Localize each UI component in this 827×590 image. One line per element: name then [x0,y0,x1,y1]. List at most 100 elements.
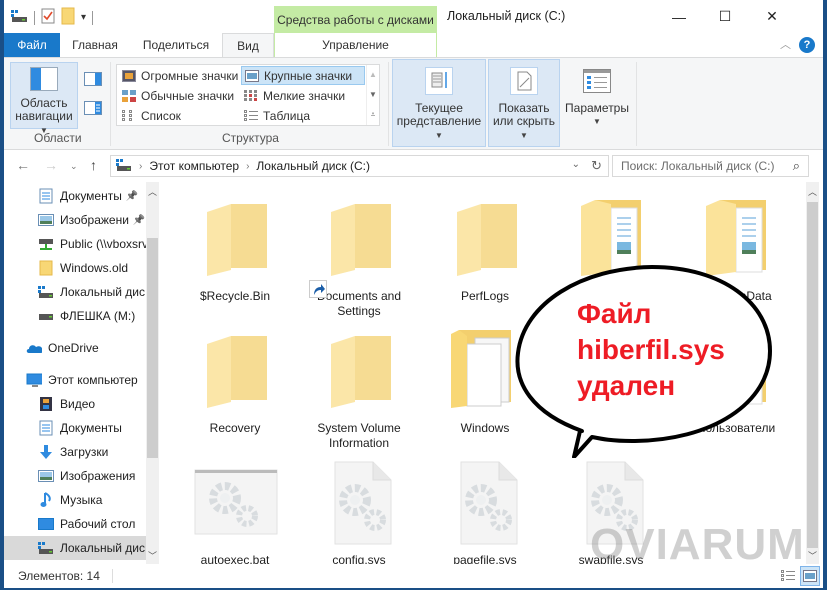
close-button[interactable]: ✕ [749,0,795,33]
chevron-down-icon: ▼ [435,131,443,140]
file-item[interactable]: pagefile.sys [430,454,540,568]
system-file-icon [437,454,533,550]
group-label-panes: Области [34,131,82,145]
up-arrow-icon[interactable]: ↑ [90,157,97,173]
folder-item[interactable]: Program Files [556,190,666,304]
tab-view[interactable]: Вид [222,33,274,57]
file-name: Пользователи [696,421,776,435]
properties-icon[interactable] [41,8,55,27]
details-pane-button[interactable] [84,101,102,118]
expand-gallery-icon[interactable]: ⩡ [371,110,376,120]
nav-item[interactable]: Видео [4,392,146,416]
file-name: $Recycle.Bin [199,289,271,303]
nav-item[interactable]: Документы [4,416,146,440]
nav-item-label: Public (\\vboxsrv [60,237,146,251]
drive-icon[interactable] [10,9,28,26]
recent-locations-icon[interactable]: ⌄ [70,161,78,172]
scroll-down-icon[interactable]: ﹀ [806,548,819,562]
nav-item[interactable]: OneDrive [4,336,146,360]
customize-qat-icon[interactable]: ▾ [81,12,86,23]
nav-item[interactable]: Локальный дис [4,536,146,560]
new-folder-icon[interactable] [61,7,75,28]
folder-item[interactable]: Documents and Settings [304,190,414,319]
help-icon[interactable]: ? [799,37,815,53]
layout-gallery-scroll[interactable]: ▲ ▼ ⩡ [366,65,379,125]
nav-item-label: Локальный дис [60,541,145,555]
address-dropdown-icon[interactable]: ⌄ [572,159,580,170]
navigation-pane-button[interactable]: Область навигации ▼ [10,62,78,135]
scrollbar-thumb[interactable] [807,202,818,548]
breadcrumb-local-disk[interactable]: Локальный диск (C:) [256,159,370,173]
folder-item[interactable]: $Recycle.Bin [180,190,290,304]
show-hide-button[interactable]: Показать или скрыть ▼ [488,59,560,147]
nav-item[interactable]: Музыка [4,488,146,512]
scroll-down-icon[interactable]: ﹀ [146,548,159,562]
annotation-line-3: удален [577,370,676,401]
content-scrollbar[interactable]: ︿ ﹀ [806,182,819,564]
file-item[interactable]: autoexec.bat [180,454,290,568]
nav-item[interactable]: Рабочий стол [4,512,146,536]
current-view-button[interactable]: Текущее представление ▼ [392,59,486,147]
folder-icon [563,190,659,286]
tab-home[interactable]: Главная [60,33,130,57]
folder-item[interactable]: PerfLogs [430,190,540,304]
nav-item-label: Документы [60,189,122,203]
options-button[interactable]: Параметры ▼ [562,59,632,147]
layout-list[interactable]: Список [119,106,241,125]
address-bar[interactable]: › Этот компьютер › Локальный диск (C:) ⌄… [110,155,609,177]
annotation-line-1: Файл [577,298,652,329]
nav-pane-scrollbar[interactable]: ︿ ﹀ [146,182,159,564]
layout-medium-icons[interactable]: Обычные значки [119,86,241,105]
breadcrumb-this-pc[interactable]: Этот компьютер [149,159,239,173]
nav-item-label: Изображения [60,469,136,483]
nav-item[interactable]: ФЛЕШКА (M:) [4,304,146,328]
folder-item[interactable]: System Volume Information [304,322,414,451]
forward-arrow-icon[interactable]: → [44,157,58,173]
nav-item[interactable]: Public (\\vboxsrv [4,232,146,256]
folder-item[interactable]: Recovery [180,322,290,436]
navigation-pane-icon [29,67,59,91]
maximize-button[interactable]: ☐ [702,0,748,33]
separator [92,10,94,25]
shortcut-arrow-icon [309,280,327,298]
tab-manage[interactable]: Управление [274,33,437,57]
folder-item[interactable]: Windows [430,322,540,436]
nav-item-label: Рабочий стол [60,517,136,531]
search-icon: ⌕ [792,158,800,173]
back-arrow-icon[interactable]: ← [16,157,30,173]
tab-file[interactable]: Файл [4,33,60,57]
scroll-up-icon[interactable]: ︿ [146,184,159,198]
layout-details[interactable]: Таблица [241,106,365,125]
layout-large-icons[interactable]: Крупные значки [241,66,365,85]
window-title: Локальный диск (C:) [447,9,566,23]
nav-item[interactable]: Документы 📌 [4,184,146,208]
nav-item[interactable]: Этот компьютер [4,368,146,392]
nav-item[interactable]: Локальный дис [4,280,146,304]
small-icons-icon [244,89,258,102]
file-item[interactable]: config.sys [304,454,414,568]
search-input[interactable]: Поиск: Локальный диск (C:) ⌕ [612,155,809,177]
annotation-line-2: hiberfil.sys [577,334,725,365]
nav-item[interactable]: Windows.old [4,256,146,280]
batch-file-icon [187,454,283,550]
layout-small-icons[interactable]: Мелкие значки [241,86,365,105]
scroll-up-icon[interactable]: ▲ [369,70,377,79]
chevron-down-icon: ▼ [520,131,528,140]
scrollbar-thumb[interactable] [147,238,158,458]
folder-item[interactable]: ProgramData [681,190,791,304]
minimize-button[interactable]: — [656,0,702,33]
collapse-ribbon-icon[interactable]: ︿ [780,36,791,52]
folder-icon [38,260,54,276]
folder-icon [187,322,283,418]
huge-icons-icon [122,69,136,82]
options-label: Параметры [565,101,629,115]
nav-item[interactable]: Изображения [4,464,146,488]
scroll-down-icon[interactable]: ▼ [369,90,377,99]
refresh-icon[interactable]: ↻ [591,158,602,174]
nav-item[interactable]: Загрузки [4,440,146,464]
scroll-up-icon[interactable]: ︿ [806,184,819,198]
preview-pane-button[interactable] [84,72,102,89]
tab-share[interactable]: Поделиться [130,33,222,57]
layout-huge-icons[interactable]: Огромные значки [119,66,241,85]
nav-item[interactable]: Изображени 📌 [4,208,146,232]
